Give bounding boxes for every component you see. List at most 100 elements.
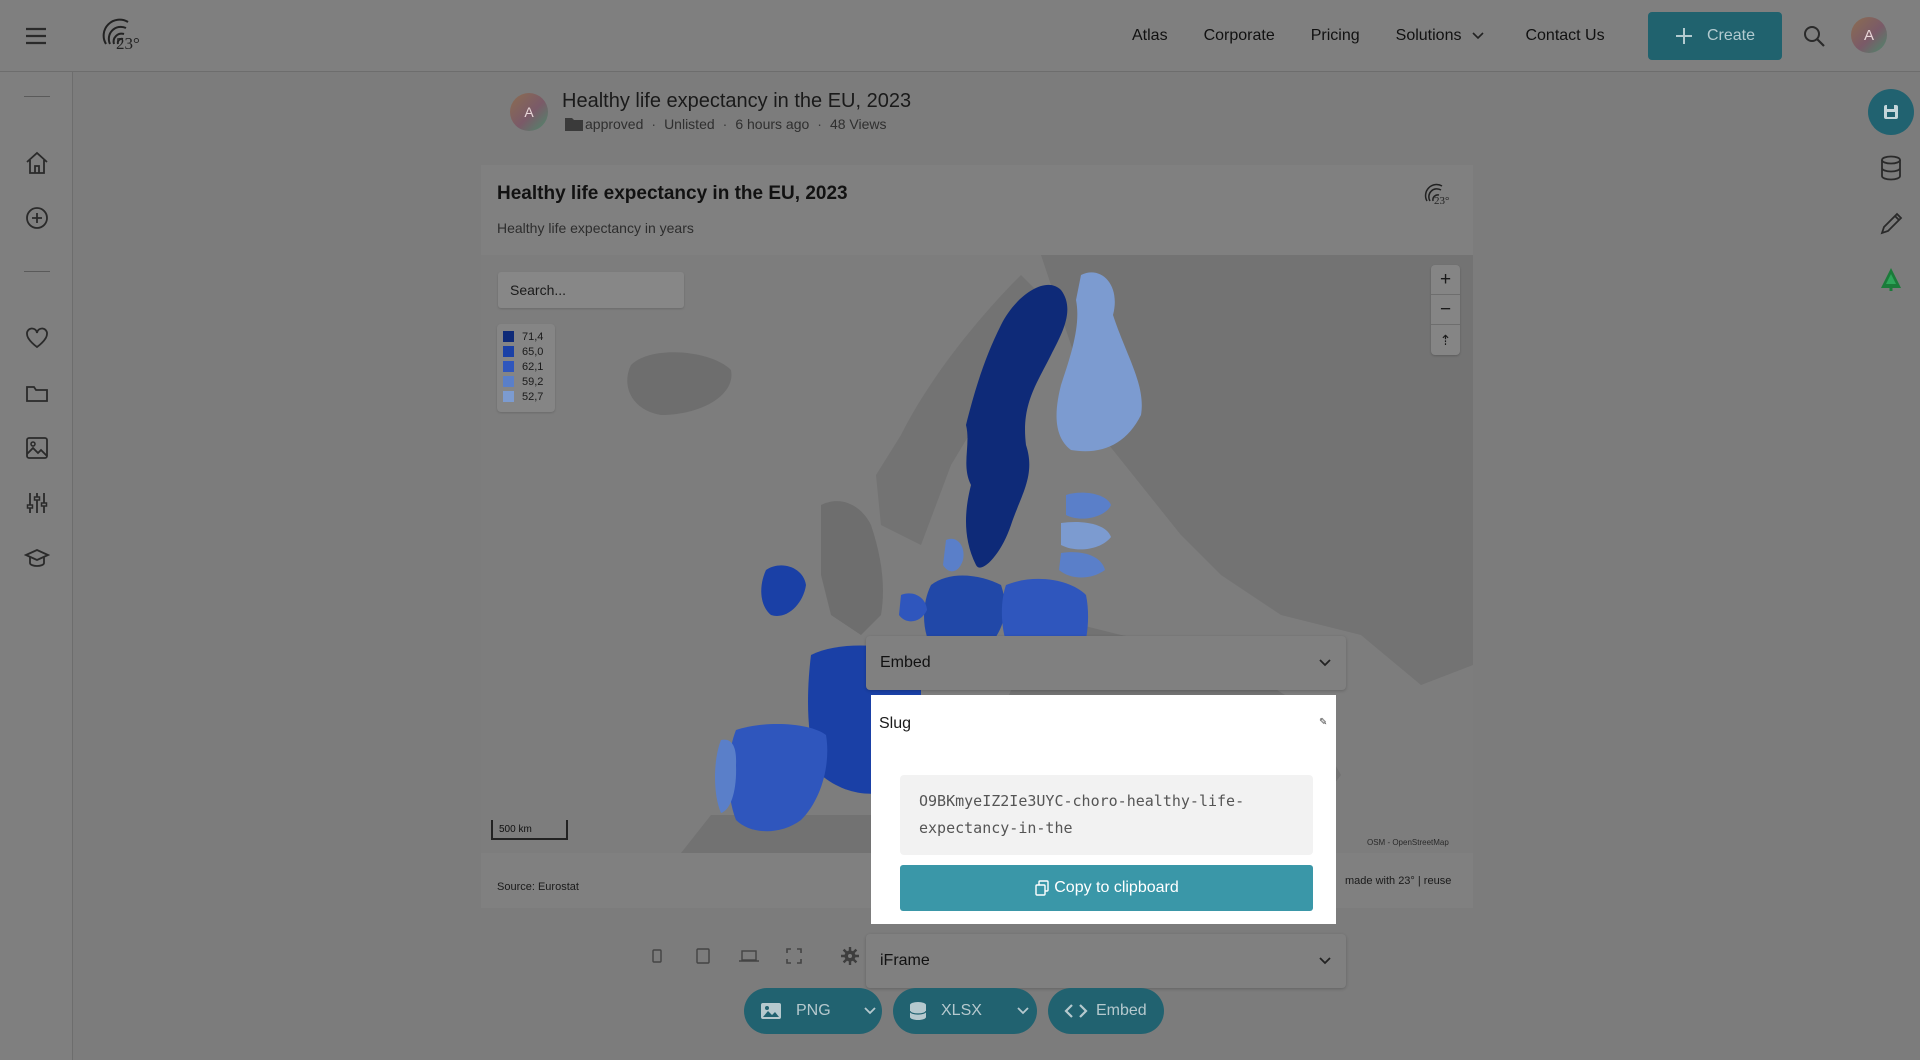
home-icon[interactable] [24,150,50,176]
logo-text: 23° [116,34,140,53]
separator-dot: · [651,116,657,132]
settings-icon[interactable] [840,946,860,966]
laptop-preview-icon[interactable] [738,946,760,966]
copy-icon [1035,880,1049,896]
chart-title: Healthy life expectancy in the EU, 2023 [497,183,848,204]
left-sidebar [0,72,73,1060]
views-count: 48 Views [829,116,887,132]
zoom-in-button[interactable]: + [1431,265,1460,295]
copy-to-clipboard-button[interactable]: Copy to clipboard [900,865,1313,911]
slug-panel: Slug ✎ O9BKmyeIZ2Ie3UYC-choro-healthy-li… [871,695,1336,924]
pencil-icon [1880,212,1903,235]
nav-corporate[interactable]: Corporate [1204,27,1275,45]
search-icon[interactable] [1802,24,1826,48]
create-label: Create [1706,27,1756,44]
legend-swatch [503,361,514,372]
legend-item: 65,0 [503,344,549,359]
legend-swatch [503,346,514,357]
separator-dot: · [722,116,728,132]
card-logo: 23° [1421,179,1457,213]
edit-button[interactable] [1868,200,1914,246]
region-latvia [1061,521,1111,550]
land-iceland [627,352,732,415]
map-search-input[interactable]: Search... [498,272,684,308]
user-avatar[interactable]: A [1851,17,1887,53]
image-icon[interactable] [24,435,50,461]
copy-label: Copy to clipboard [1054,879,1179,896]
heart-icon[interactable] [24,325,50,351]
legend-item: 71,4 [503,329,549,344]
region-netherlands [899,593,927,622]
tablet-preview-icon[interactable] [694,946,712,966]
legend-label: 65,0 [522,345,544,358]
map-attribution[interactable]: OSM - OpenStreetMap [1367,838,1449,847]
logo[interactable]: 23° [98,14,150,58]
chart-subtitle: Healthy life expectancy in years [497,220,694,236]
legend-swatch [503,391,514,402]
embed-export-button[interactable]: Embed [1048,988,1164,1034]
folder-icon [565,118,583,131]
embed-dropdown[interactable]: Embed [866,636,1346,690]
reset-north-button[interactable]: ⇡ [1431,325,1460,355]
chevron-down-icon[interactable] [1016,1006,1030,1016]
legend-item: 52,7 [503,389,549,404]
embed-label: Embed [1096,1002,1147,1019]
tree-button[interactable] [1868,256,1914,302]
top-navigation: 23° Atlas Corporate Pricing Solutions Co… [0,0,1920,72]
legend-label: 62,1 [522,360,544,373]
save-button[interactable] [1868,89,1914,135]
xlsx-export-button[interactable]: XLSX [893,988,1037,1034]
edit-slug-icon[interactable]: ✎ [1319,717,1327,728]
xlsx-label: XLSX [941,1002,982,1019]
iframe-dropdown[interactable]: iFrame [866,934,1346,988]
nav-links: Atlas Corporate Pricing Solutions Contac… [1132,0,1605,72]
iframe-dropdown-label: iFrame [880,952,930,969]
nav-atlas[interactable]: Atlas [1132,27,1168,45]
page-title: Healthy life expectancy in the EU, 2023 [562,90,912,112]
create-button[interactable]: Create [1648,12,1782,60]
scale-bar: 500 km [491,820,568,840]
slug-field[interactable]: O9BKmyeIZ2Ie3UYC-choro-healthy-life- exp… [900,775,1313,855]
owner-avatar[interactable]: A [510,93,548,131]
sidebar-divider [24,271,50,272]
chevron-down-icon [1319,659,1331,667]
database-button[interactable] [1868,145,1914,191]
nav-pricing[interactable]: Pricing [1311,27,1360,45]
legend-item: 62,1 [503,359,549,374]
region-ireland [761,565,806,616]
slug-line: O9BKmyeIZ2Ie3UYC-choro-healthy-life- [919,792,1245,810]
slug-line: expectancy-in-the [919,819,1073,837]
folder-name[interactable]: approved [585,116,643,132]
folder-icon[interactable] [24,380,50,406]
add-circle-icon[interactable] [24,205,50,231]
png-export-button[interactable]: PNG [744,988,882,1034]
visibility: Unlisted [664,116,715,132]
region-denmark [943,538,964,572]
chevron-down-icon [1319,957,1331,965]
nav-solutions[interactable]: Solutions [1396,27,1486,45]
chevron-down-icon[interactable] [863,1006,877,1016]
menu-icon[interactable] [24,24,48,48]
mobile-preview-icon[interactable] [652,946,662,966]
graduation-icon[interactable] [24,545,50,571]
png-label: PNG [796,1002,831,1019]
legend-label: 59,2 [522,375,544,388]
card-logo-text: 23° [1434,195,1450,207]
legend-label: 71,4 [522,330,544,343]
legend-item: 59,2 [503,374,549,389]
nav-contact-us[interactable]: Contact Us [1525,27,1604,45]
sliders-icon[interactable] [24,490,50,516]
timestamp: 6 hours ago [735,116,810,132]
legend-swatch [503,331,514,342]
region-lithuania [1059,552,1105,578]
legend-swatch [503,376,514,387]
zoom-controls: + − ⇡ [1431,265,1460,355]
made-with-link[interactable]: made with 23° | reuse [1345,875,1451,887]
source-text: Source: Eurostat [497,881,579,893]
land-uk [821,501,883,635]
chevron-down-icon [1472,32,1485,40]
plus-icon [1675,28,1692,44]
zoom-out-button[interactable]: − [1431,295,1460,325]
fullscreen-icon[interactable] [784,946,804,966]
save-icon [1884,105,1898,119]
